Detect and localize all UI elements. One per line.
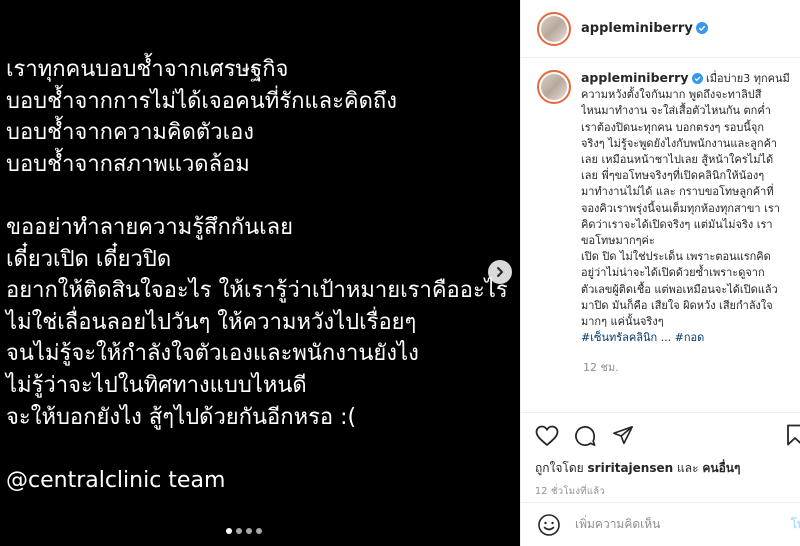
post-text-line: บอบช้ำจากสภาพแวดล้อม [6,151,250,177]
liked-by: ถูกใจโดย sriritajensen และ คนอื่นๆ [535,461,741,475]
save-button[interactable] [783,423,800,447]
caption-line: ขอโทษมากๆค่ะ [581,234,655,248]
caption-time: 12 ชม. [583,361,619,375]
header-username[interactable]: appleminiberry [581,21,708,36]
caption-line: เมื่อบ่าย3 ทุกคนมี [706,72,790,85]
comment-input[interactable]: เพิ่มความคิดเห็น [575,515,660,534]
share-button[interactable] [611,424,635,448]
carousel-dots [226,528,262,534]
post-text-line: @centralclinic team [6,467,226,493]
caption-line: ตัวเลขผู้ติดเชื้อ แต่พอเหมือนจะได้เปิดแล… [581,282,778,296]
liked-by-others[interactable]: คนอื่นๆ [702,461,740,475]
caption-line: คิดว่าเราจะได้เปิดจริงๆ แต่มันไม่จริง เร… [581,217,773,231]
carousel-dot [236,528,242,534]
caption-line: เปิด ปิด ไม่ใช่ประเด็น เพราะตอนแรกคิด [581,250,771,264]
post-text-line: จะให้บอกยังไง สู้ๆไปด้วยกันอีกหรอ :( [6,404,357,430]
post-text-line: เราทุกคนบอบช้ำจากเศรษฐกิจ [6,57,289,82]
comment-icon [574,425,595,446]
caption-line: เราต้องปิดนะทุกคน บอกตรงๆ รอบนี้จุก [581,120,765,134]
caption-line: มากๆ แค่นั้นจริงๆ [581,315,664,329]
bookmark-icon [787,424,800,446]
caption-line: อยู่ว่าไม่น่าจะได้เปิดด้วยซ้ำเพราะดูจาก [581,266,765,280]
carousel-dot [226,528,232,534]
caption-line: เลย เหมือนหน้าชาไปเลย สู้หน้าใครไม่ได้ [581,153,774,167]
verified-badge-icon [695,22,708,34]
caption-area: appleminiberry เมื่อบ่าย3 ทุกคนมี ความหว… [521,70,800,376]
post-text-line: บอบช้ำจากการไม่ได้เจอคนที่รักและคิดถึง [6,88,397,114]
post-text-line: เดี๋ยวเปิด เดี๋ยวปิด [6,246,172,272]
caption-line: ไหนมาทำงาน จะใส่เสื้อตัวไหนกัน ตกค่ำ [581,104,771,118]
heart-icon [535,425,559,447]
post-text-line: ขออย่าทำลายความรู้สึกกันเลย [6,214,294,240]
actions-section: ถูกใจโดย sriritajensen และ คนอื่นๆ 12 ชั… [521,412,800,512]
caption-line: จองคิวเราพรุ่งนี้จนเต็มทุกห้องทุกสาขา เร… [581,201,780,215]
next-image-button[interactable] [488,260,512,284]
avatar[interactable] [537,11,571,46]
chevron-right-icon [497,267,503,277]
verified-badge-icon [691,73,703,84]
post-text-line: อยากให้ติดสินใจอะไร ให้เรารู้ว่าเป้าหมาย… [6,278,508,304]
post-side-panel: appleminiberry appleminiberry เมื่อบ่าย3… [520,0,800,546]
liked-by-user[interactable]: sriritajensen [588,461,674,475]
post-text-line: บอบช้ำจากความคิดตัวเอง [6,120,255,146]
hashtag-link[interactable]: #เซ็นทรัลคลินิก [581,331,657,344]
post-text-line: ไม่ใช่เลื่อนลอยไปวันๆ ให้ความหวังไปเรื่อ… [6,309,417,335]
caption-username[interactable]: appleminiberry [581,70,689,85]
post-text-line [6,433,508,465]
carousel-dot [256,528,262,534]
caption-avatar[interactable] [537,70,571,104]
comment-button[interactable] [573,424,597,448]
caption-line: เลย พี่ๆขอโทษจริงๆที่เปิดคลินิกให้น้องๆ [581,169,765,183]
hashtag-link[interactable]: #กอด [675,331,705,344]
caption-line: มาปิด มันก็คือ เสียใจ ผิดหวัง เสียกำลังใ… [581,298,773,312]
post-text-line: จนไม่รู้จะให้กำลังใจตัวเองและพนักงานยังไ… [6,341,419,367]
post-header: appleminiberry [521,0,800,58]
caption-line: มาทำงานไม่ได้ และ กราบขอโทษลูกค้าที่ [581,185,774,199]
like-button[interactable] [535,424,559,448]
smiley-icon[interactable] [537,513,561,537]
caption-line: จริงๆ ไม่รู้จะพูดยังไงกับพนักงานและลูกค้… [581,136,778,150]
comment-bar: เพิ่มความคิดเห็น โพ [521,502,800,546]
caption-text: appleminiberry เมื่อบ่าย3 ทุกคนมี ความหว… [581,70,800,346]
paper-plane-icon [613,426,633,445]
post-image: เราทุกคนบอบช้ำจากเศรษฐกิจบอบช้ำจากการไม่… [0,0,520,546]
posted-time: 12 ชั่วโมงที่แล้ว [535,486,606,497]
carousel-dot [246,528,252,534]
post-image-text: เราทุกคนบอบช้ำจากเศรษฐกิจบอบช้ำจากการไม่… [6,54,508,496]
post-text-line: ไม่รู้ว่าจะไปในทิศทางแบบไหนดี [6,372,307,398]
post-comment-button[interactable]: โพ [791,515,800,534]
caption-line: ความหวังตั้งใจกันมาก พูดถึงจะทาลิปสี [581,88,762,102]
post-text-line [6,180,508,212]
